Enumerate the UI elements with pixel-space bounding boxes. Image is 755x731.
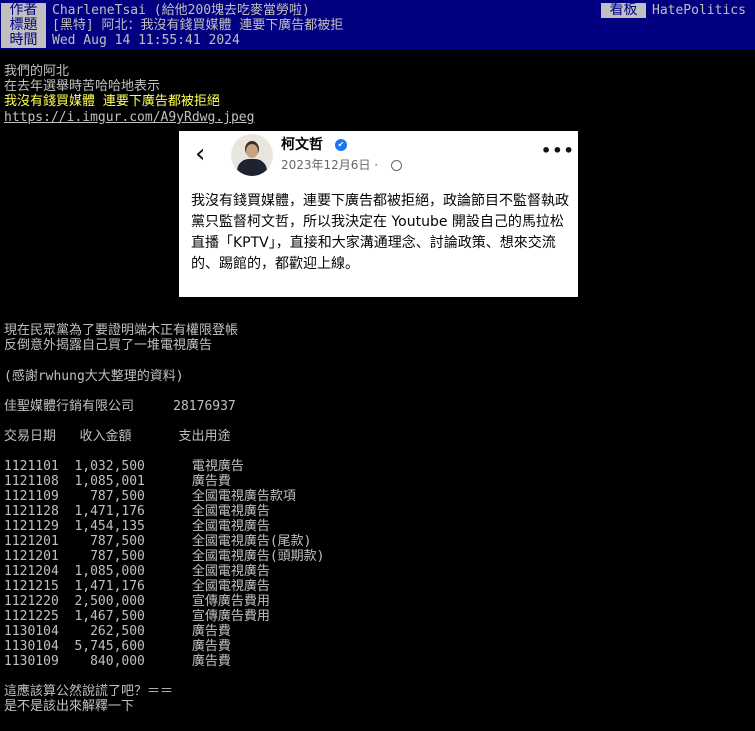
title-label: 標題: [1, 18, 46, 33]
intro-line-1: 我們的阿北: [4, 64, 70, 79]
table-row: 1121129 1,454,135 全國電視廣告: [4, 519, 270, 534]
post-text: 我沒有錢買媒體，連要下廣告都被拒絕，政論節目不監督執政黨只監督柯文哲，所以我決定…: [191, 193, 569, 272]
highlight-quote: 我沒有錢買媒體 連要下廣告都被拒絕: [4, 94, 220, 109]
table-row: 1121108 1,085,001 廣告費: [4, 474, 231, 489]
table-row: 1121220 2,500,000 宣傳廣告費用: [4, 594, 270, 609]
board-name[interactable]: HatePolitics: [652, 3, 746, 18]
table-row: 1121101 1,032,500 電視廣告: [4, 459, 244, 474]
table-row: 1121109 787,500 全國電視廣告款項: [4, 489, 296, 504]
table-row: 1121204 1,085,000 全國電視廣告: [4, 564, 270, 579]
table-row: 1121215 1,471,176 全國電視廣告: [4, 579, 270, 594]
author-value[interactable]: CharleneTsai (給他200塊去吃麥當勞啦): [52, 3, 310, 18]
table-row: 1121225 1,467,500 宣傳廣告費用: [4, 609, 270, 624]
more-options-icon: •••: [541, 141, 575, 160]
table-header: 交易日期 收入金額 支出用途: [4, 429, 231, 444]
table-row: 1130104 5,745,600 廣告費: [4, 639, 231, 654]
table-row: 1130104 262,500 廣告費: [4, 624, 231, 639]
title-value: [黑特] 阿北：我沒有錢買媒體 連要下廣告都被拒: [52, 18, 344, 33]
back-arrow-icon: ‹: [195, 139, 206, 169]
table-row: 1121201 787,500 全國電視廣告(頭期款): [4, 549, 325, 564]
time-value: Wed Aug 14 11:55:41 2024: [52, 33, 240, 48]
company-line: 佳聖媒體行銷有限公司 28176937: [4, 399, 236, 414]
time-label: 時間: [1, 33, 46, 48]
para1-line-1: 現在民眾黨為了要證明端木正有權限登帳: [4, 323, 239, 338]
avatar: [231, 134, 273, 176]
table-row: 1121128 1,471,176 全國電視廣告: [4, 504, 270, 519]
intro-line-2: 在去年選舉時苦哈哈地表示: [4, 79, 161, 94]
globe-icon: [391, 160, 402, 171]
thanks-note: (感謝rwhung大大整理的資料): [4, 369, 184, 384]
facebook-post-image: ‹ 柯文哲 ✔ 2023年12月6日 · ••• 我沒有錢買媒體，連要下廣告都被…: [179, 131, 578, 297]
table-row: 1121201 787,500 全國電視廣告(尾款): [4, 534, 312, 549]
table-row: 1130109 840,000 廣告費: [4, 654, 231, 669]
para1-line-2: 反倒意外揭露自己買了一堆電視廣告: [4, 338, 213, 353]
image-link[interactable]: https://i.imgur.com/A9yRdwg.jpeg: [4, 110, 254, 125]
ending-line-2: 是不是該出來解釋一下: [4, 699, 135, 714]
post-header: 作者 CharleneTsai (給他200塊去吃麥當勞啦) 標題 [黑特] 阿…: [0, 0, 755, 50]
board-label: 看板: [601, 3, 646, 18]
post-date: 2023年12月6日 ·: [281, 158, 379, 172]
verified-badge-icon: ✔: [335, 139, 347, 151]
author-label: 作者: [1, 3, 46, 18]
ending-line-1: 這應該算公然說謊了吧？＝＝: [4, 684, 174, 699]
poster-name: 柯文哲: [281, 137, 323, 153]
